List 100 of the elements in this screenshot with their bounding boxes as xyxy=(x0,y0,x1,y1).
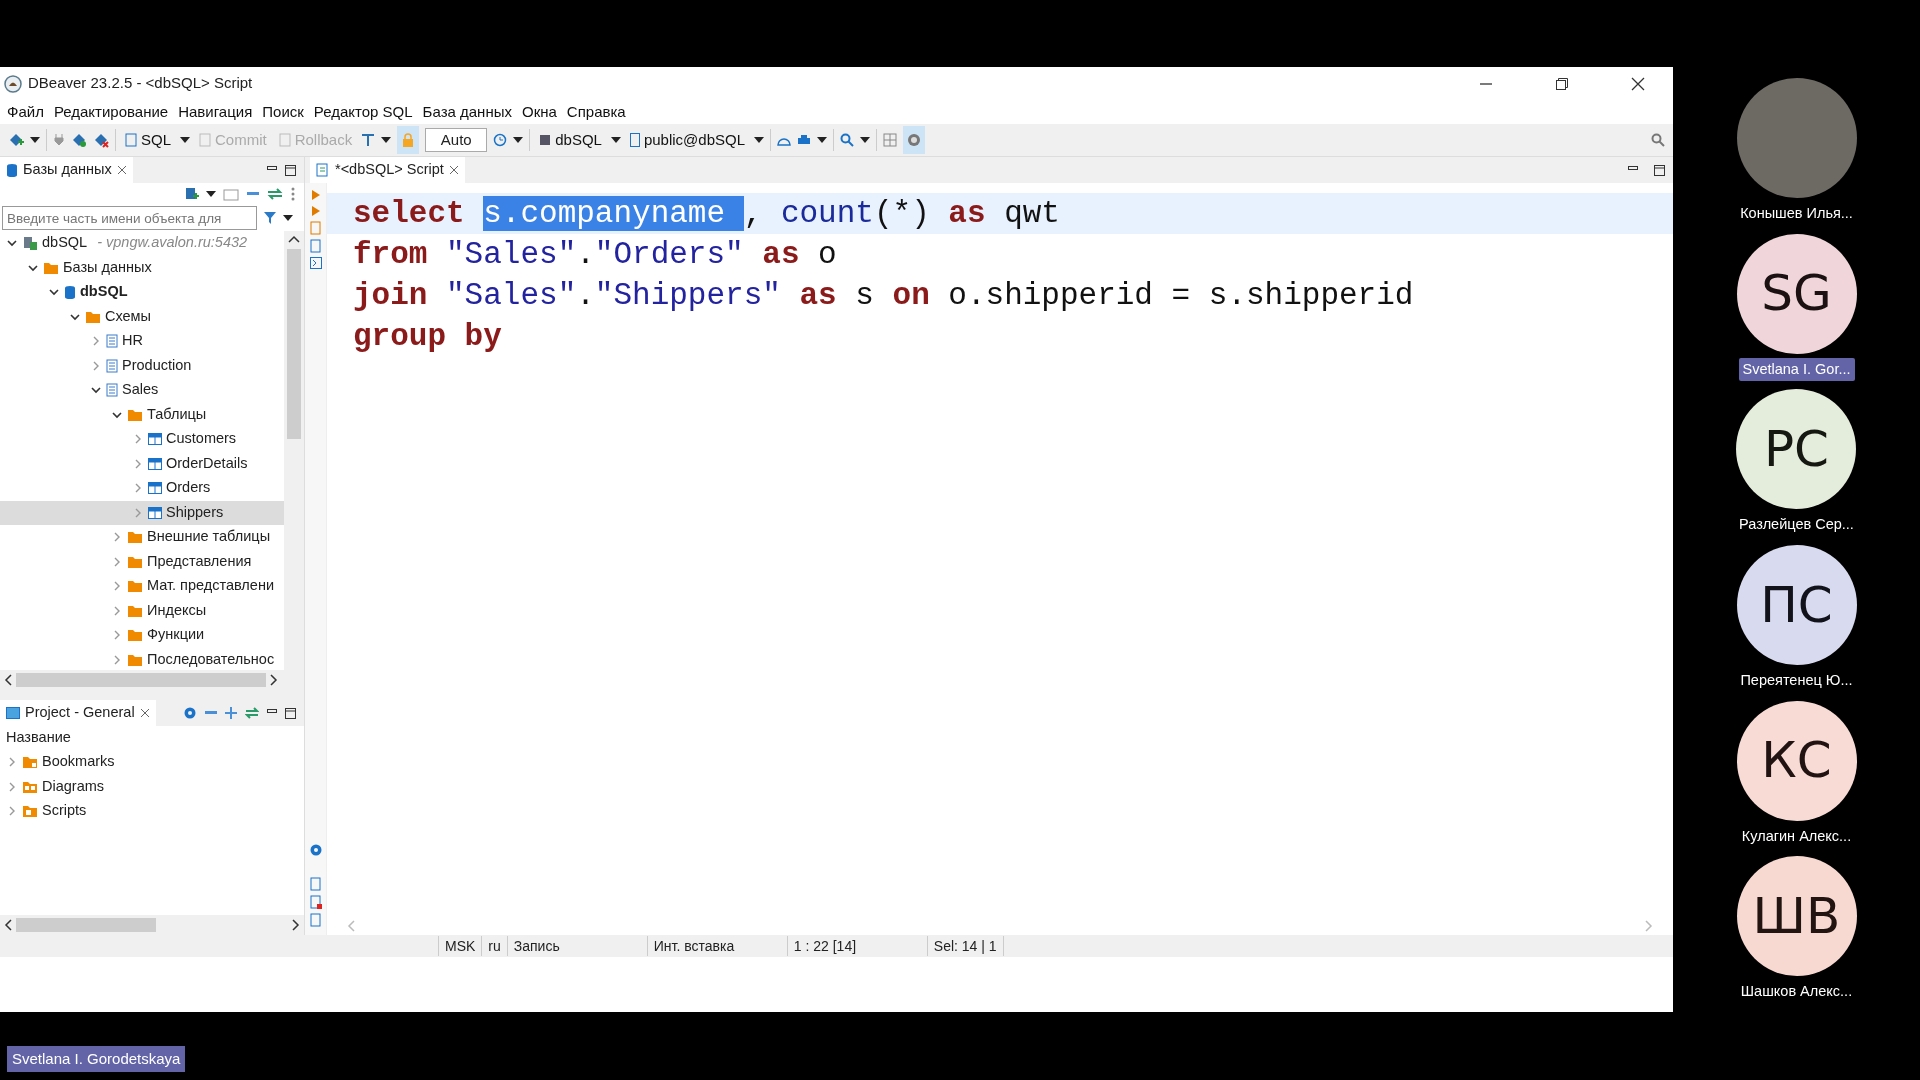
database-icon xyxy=(6,163,18,177)
filter-field[interactable]: Введите часть имени объекта для xyxy=(2,206,257,230)
search-icon[interactable] xyxy=(840,133,855,147)
connect-icon[interactable] xyxy=(71,132,87,148)
tree-item[interactable]: OrderDetails xyxy=(0,451,284,476)
datasource-button[interactable]: dbSQL xyxy=(536,127,605,153)
menu-item[interactable]: Файл xyxy=(2,100,49,124)
horizontal-scrollbar[interactable] xyxy=(0,915,304,935)
document-icon[interactable] xyxy=(309,913,322,927)
new-connection-icon[interactable] xyxy=(183,186,199,202)
scroll-right-icon[interactable] xyxy=(292,919,300,931)
folder-icon xyxy=(127,628,143,643)
dropdown-icon[interactable] xyxy=(381,137,392,143)
schema-button[interactable]: public@dbSQL xyxy=(626,127,749,153)
run-icon[interactable] xyxy=(310,189,321,201)
tab-label: Project - General xyxy=(25,703,135,723)
grid-icon[interactable] xyxy=(883,133,898,147)
tree-item[interactable]: Схемы xyxy=(0,304,284,329)
link-icon[interactable] xyxy=(267,188,283,200)
link-icon[interactable] xyxy=(245,707,259,719)
menu-item[interactable]: Редактирование xyxy=(48,100,174,124)
tree-item[interactable]: Scripts xyxy=(0,799,304,824)
tree-item[interactable]: Shippers xyxy=(0,500,284,525)
menu-item[interactable]: Окна xyxy=(516,100,562,124)
history-icon[interactable] xyxy=(493,133,508,147)
transaction-mode-icon[interactable] xyxy=(361,133,376,147)
close-icon[interactable] xyxy=(116,165,127,175)
menu-item[interactable]: Справка xyxy=(561,100,631,124)
more-icon[interactable] xyxy=(290,187,296,201)
tree-item[interactable]: Внешние таблицы xyxy=(0,525,284,550)
tree-item[interactable]: HR xyxy=(0,329,284,354)
auto-commit-field[interactable]: Auto xyxy=(425,128,488,152)
tree-item[interactable]: Customers xyxy=(0,427,284,452)
tree-item[interactable]: dbSQL xyxy=(0,280,284,305)
gear-icon[interactable] xyxy=(308,843,323,857)
document-icon[interactable] xyxy=(309,895,322,909)
globe-icon[interactable] xyxy=(903,126,926,154)
schema-icon xyxy=(106,334,118,349)
tree-item[interactable]: Bookmarks xyxy=(0,750,304,775)
close-icon[interactable] xyxy=(139,708,150,718)
menu-item[interactable]: Поиск xyxy=(257,100,309,124)
document-icon[interactable] xyxy=(309,877,322,891)
connect-icon[interactable] xyxy=(8,132,24,148)
column-header[interactable]: Название xyxy=(6,727,71,749)
folder-icon xyxy=(85,309,101,324)
document-icon[interactable] xyxy=(309,239,322,253)
maximize-icon[interactable] xyxy=(1654,164,1665,176)
disconnect-icon[interactable] xyxy=(93,132,109,148)
maximize-icon[interactable] xyxy=(285,707,296,719)
maximize-icon[interactable] xyxy=(285,164,296,176)
dropdown-icon[interactable] xyxy=(283,215,293,221)
plug-icon[interactable] xyxy=(53,133,65,147)
plus-icon[interactable] xyxy=(225,707,237,719)
folder-icon xyxy=(127,652,143,667)
tree-item[interactable]: Базы данных xyxy=(0,255,284,280)
scroll-left-icon[interactable] xyxy=(4,674,12,686)
dropdown-icon[interactable] xyxy=(180,137,190,143)
menu-item[interactable]: Навигация xyxy=(173,100,258,124)
run-icon[interactable] xyxy=(310,205,321,217)
tree-item[interactable]: Таблицы xyxy=(0,402,284,427)
tree-item[interactable]: Индексы xyxy=(0,598,284,623)
participant-name: Переятенец Ю... xyxy=(1739,671,1854,690)
dropdown-icon[interactable] xyxy=(206,191,216,197)
dropdown-icon[interactable] xyxy=(30,137,40,143)
tree-item[interactable]: dbSQL - vpngw.avalon.ru:5432 xyxy=(0,231,284,256)
schema-icon xyxy=(629,133,640,147)
project-tab[interactable]: Project - General xyxy=(0,700,156,726)
scroll-left-icon[interactable] xyxy=(4,919,12,931)
dropdown-icon[interactable] xyxy=(610,137,621,143)
search-icon[interactable] xyxy=(1651,133,1665,147)
dropdown-icon[interactable] xyxy=(513,137,524,143)
scroll-up-icon[interactable] xyxy=(288,235,300,243)
status-text: MSK xyxy=(438,936,482,956)
printer-icon[interactable] xyxy=(797,134,812,146)
sql-editor-button[interactable]: SQL xyxy=(122,127,174,153)
databases-tab[interactable]: Базы данных xyxy=(0,157,133,183)
collapse-icon[interactable] xyxy=(246,191,260,197)
dropdown-icon[interactable] xyxy=(817,137,828,143)
tree-item[interactable]: Sales xyxy=(0,378,284,403)
dropdown-icon[interactable] xyxy=(860,137,871,143)
filter-icon[interactable] xyxy=(263,211,277,225)
tree-item[interactable]: Функции xyxy=(0,623,284,648)
horizontal-scrollbar[interactable] xyxy=(0,670,304,690)
tree-item[interactable]: Последовательнос xyxy=(0,647,284,670)
tree-item[interactable]: Diagrams xyxy=(0,774,304,799)
tree-item[interactable]: Production xyxy=(0,353,284,378)
script-tab[interactable]: *<dbSQL> Script xyxy=(310,157,465,183)
avatar: SG xyxy=(1736,233,1857,354)
dropdown-icon[interactable] xyxy=(754,137,765,143)
console-icon[interactable] xyxy=(309,257,322,269)
vertical-scrollbar[interactable] xyxy=(284,231,304,670)
scroll-right-icon[interactable] xyxy=(270,674,278,686)
tree-item[interactable]: Представления xyxy=(0,549,284,574)
menu-item[interactable]: Редактор SQL xyxy=(308,100,418,124)
tree-item[interactable]: Orders xyxy=(0,476,284,501)
menu-item[interactable]: База данных xyxy=(417,100,517,124)
tree-item[interactable]: Мат. представлени xyxy=(0,574,284,599)
gear-icon[interactable] xyxy=(183,706,197,720)
close-icon[interactable] xyxy=(448,165,459,175)
collapse-icon[interactable] xyxy=(205,711,217,715)
